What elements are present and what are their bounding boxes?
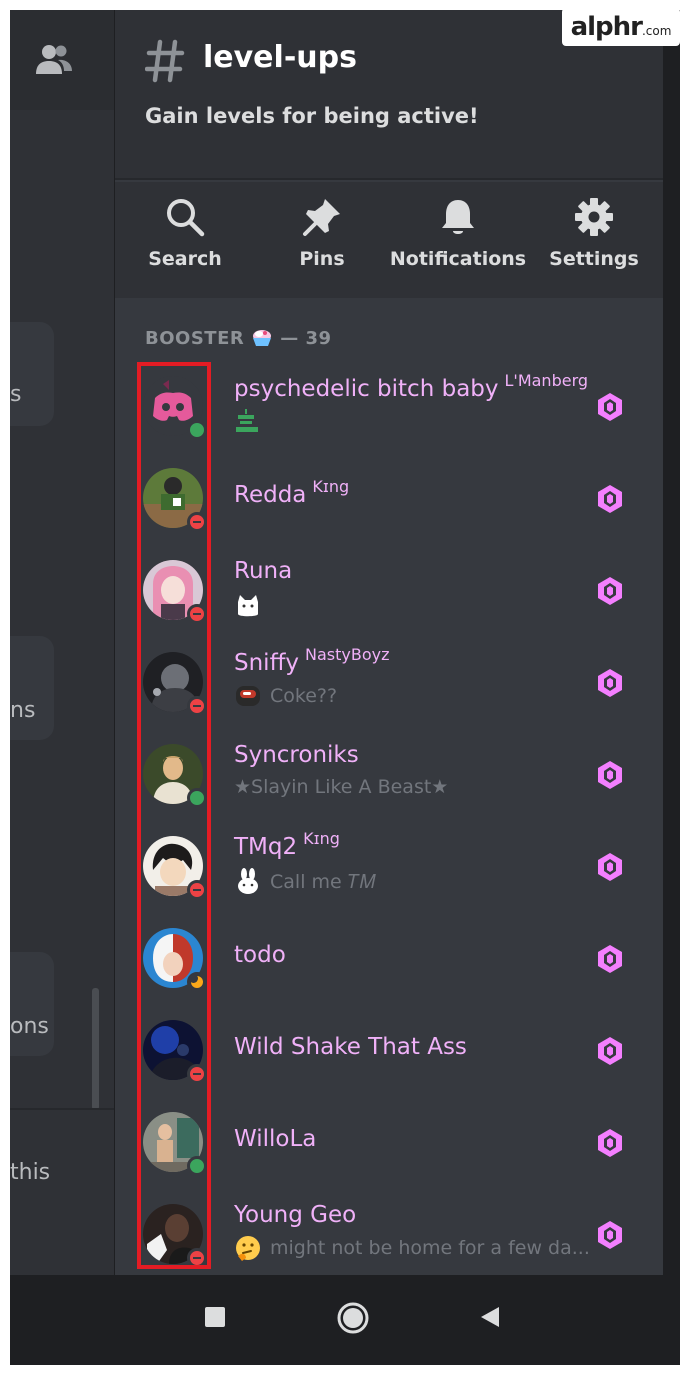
phone-screen: s ns ons this level-ups Gain levels for …: [10, 10, 680, 1365]
search-label: Search: [148, 248, 222, 270]
left-scrollbar[interactable]: [92, 988, 99, 1110]
pin-icon: [303, 199, 340, 236]
member-tag: L'Manberg: [504, 371, 589, 390]
role-name: BOOSTER: [145, 327, 245, 349]
left-text-fragment: ons: [10, 1014, 49, 1039]
member-status-text: might not be home for a few da...: [270, 1237, 590, 1259]
left-text-fragment: s: [10, 382, 22, 407]
back-triangle-icon[interactable]: [478, 1305, 502, 1329]
among-us-visor-emoji: [236, 686, 260, 706]
member-tag: NastyBoyz: [305, 645, 390, 664]
home-circle-icon[interactable]: [336, 1301, 370, 1335]
member-name: TMq2: [234, 834, 298, 860]
thinking-face-emoji: [236, 1236, 260, 1261]
shaved-ice-emoji: [253, 330, 272, 346]
notifications-button[interactable]: Notifications: [388, 196, 528, 270]
member-name: Young Geo: [234, 1202, 357, 1228]
left-card: [10, 952, 54, 1056]
bunny-sticker: [238, 868, 258, 894]
channel-topic: Gain levels for being active!: [145, 104, 479, 128]
server-booster-icon: [598, 1037, 622, 1065]
server-booster-icon: [598, 853, 622, 881]
member-name: psychedelic bitch baby: [234, 376, 499, 402]
members-icon[interactable]: [34, 40, 74, 80]
watermark-tld: .com: [641, 24, 672, 38]
left-text-fragment: ns: [10, 698, 36, 723]
simp-for-shane-sticker: [236, 409, 258, 432]
member-status-text: Coke??: [270, 685, 338, 707]
left-card: [10, 636, 54, 740]
bell-icon: [442, 200, 474, 234]
member-status-text: Call me 𝑇𝑀: [270, 871, 376, 893]
channel-name: level-ups: [203, 40, 357, 75]
left-card: [10, 322, 54, 426]
server-booster-icon: [598, 1129, 622, 1157]
white-cat-sticker: [238, 595, 258, 617]
server-booster-icon: [598, 577, 622, 605]
avatar-highlight-box: [137, 362, 211, 1269]
pins-button[interactable]: Pins: [252, 196, 392, 270]
pins-label: Pins: [299, 248, 345, 270]
member-name: todo: [234, 942, 286, 968]
channel-list-backdrop: s ns ons this: [10, 10, 114, 1275]
role-count: — 39: [280, 327, 332, 349]
gear-icon: [575, 198, 613, 236]
watermark-brand: alphr: [570, 12, 643, 42]
settings-label: Settings: [549, 248, 639, 270]
member-name: Sniffy: [234, 650, 300, 676]
role-section-header: BOOSTER — 39: [145, 326, 332, 350]
hashtag-icon: [145, 39, 185, 83]
channel-actions-bar: Search Pins Notifications Settings: [115, 182, 663, 298]
server-booster-icon: [598, 945, 622, 973]
member-name: Syncroniks: [234, 742, 359, 768]
member-name: Runa: [234, 558, 293, 584]
left-header: [10, 10, 114, 110]
server-booster-icon: [598, 485, 622, 513]
left-text-fragment: this: [10, 1160, 51, 1185]
member-tag: Kɪng: [303, 829, 340, 848]
member-name: WilloLa: [234, 1126, 317, 1152]
member-name: Redda: [234, 482, 307, 508]
server-booster-icon: [598, 761, 622, 789]
server-booster-icon: [598, 1221, 622, 1249]
server-booster-icon: [598, 393, 622, 421]
recents-square-icon[interactable]: [203, 1305, 227, 1329]
member-tag: Kɪng: [312, 477, 350, 496]
notifications-label: Notifications: [389, 248, 527, 270]
settings-button[interactable]: Settings: [524, 196, 664, 270]
alphr-watermark-logo: alphr .com: [562, 8, 680, 46]
member-status-text: ★Slayin Like A Beast★: [234, 776, 449, 798]
server-booster-icon: [598, 669, 622, 697]
search-button[interactable]: Search: [115, 196, 255, 270]
member-name: Wild Shake That Ass: [234, 1034, 467, 1060]
search-icon: [167, 199, 205, 237]
left-divider: [10, 1108, 114, 1110]
android-nav-bar: [115, 1275, 663, 1365]
